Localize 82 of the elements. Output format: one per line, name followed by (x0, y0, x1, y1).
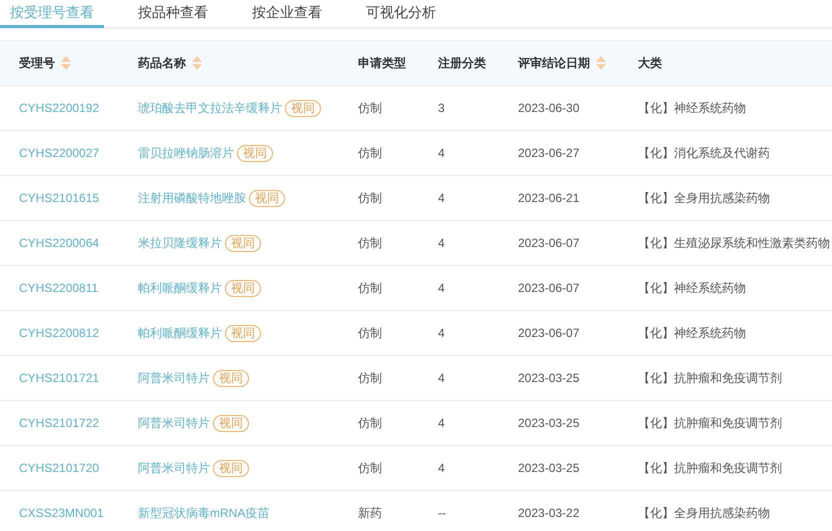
drug-name-link[interactable]: 帕利哌酮缓释片 (138, 280, 222, 296)
table-cell-text: 2023-03-25 (518, 371, 580, 385)
table-cell-text: 【化】神经系统药物 (638, 100, 747, 116)
drug-name-link[interactable]: 阿普米司特片 (138, 370, 210, 386)
table-cell-text: 仿制 (358, 144, 383, 162)
tab[interactable]: 按品种查看 (128, 0, 218, 28)
drug-name-link[interactable]: 阿普米司特片 (138, 414, 210, 432)
drug-name-link[interactable]: 雷贝拉唑钠肠溶片 (138, 144, 234, 162)
tag: 视同 (213, 460, 249, 476)
sort-icon[interactable] (596, 56, 606, 70)
table-cell-text: 【化】抗肿瘤和免疫调节剂 (638, 414, 783, 432)
table-cell-text: 4 (438, 281, 446, 295)
table-cell-text: 2023-03-25 (518, 416, 580, 430)
table-cell-text: 2023-06-07 (518, 236, 580, 250)
column-header: 评审结论日期 (518, 54, 590, 72)
table-cell-text: 2023-06-07 (518, 281, 580, 295)
receipt-number-link[interactable]: CYHS2101721 (19, 371, 138, 385)
table-cell-text: 【化】神经系统药物 (638, 324, 747, 342)
column-header: 大类 (638, 54, 662, 72)
table-cell-text: 仿制 (358, 370, 383, 386)
tag: 视同 (225, 280, 261, 296)
receipt-number-link[interactable]: CYHS2200027 (19, 146, 138, 160)
tag: 视同 (225, 324, 261, 342)
table-cell-text: 新药 (358, 504, 383, 522)
table-cell-text: 2023-03-25 (518, 461, 580, 475)
receipt-number-link[interactable]: CXSS23MN001 (19, 506, 138, 520)
table-cell-text: 2023-06-27 (518, 146, 580, 160)
column-header: 注册分类 (438, 54, 486, 72)
sort-icon[interactable] (192, 56, 202, 70)
sort-icon[interactable] (61, 56, 71, 70)
table-cell-text: 仿制 (358, 100, 383, 116)
table-cell-text: 【化】抗肿瘤和免疫调节剂 (638, 370, 783, 386)
table-cell-text: 【化】消化系统及代谢药 (638, 144, 771, 162)
tag: 视同 (285, 100, 321, 116)
table-cell-text: 仿制 (358, 324, 383, 342)
receipt-number-link[interactable]: CYHS2200192 (19, 101, 138, 115)
tag: 视同 (213, 414, 249, 432)
column-header: 受理号 (19, 54, 55, 72)
table-cell-text: 3 (438, 101, 446, 115)
drug-name-link[interactable]: 帕利哌酮缓释片 (138, 324, 222, 342)
drug-name-link[interactable]: 阿普米司特片 (138, 460, 210, 476)
table-cell-text: 4 (438, 326, 446, 340)
table-cell-text: 仿制 (358, 414, 383, 432)
column-header: 申请类型 (358, 54, 406, 72)
drug-name-link[interactable]: 米拉贝隆缓释片 (138, 234, 222, 252)
table-cell-text: 4 (438, 236, 446, 250)
table-cell-text: 仿制 (358, 234, 383, 252)
table-cell-text: 2023-06-07 (518, 326, 580, 340)
tag: 视同 (249, 190, 285, 206)
drug-name-link[interactable]: 注射用磷酸特地唑胺 (138, 190, 246, 206)
table-cell-text: 2023-06-30 (518, 101, 580, 115)
table-cell-text: 【化】全身用抗感染药物 (638, 190, 771, 206)
drug-name-link[interactable]: 新型冠状病毒mRNA疫苗 (138, 504, 270, 522)
receipt-number-link[interactable]: CYHS2101722 (19, 416, 138, 430)
tab[interactable]: 按企业查看 (242, 0, 332, 28)
table-cell-text: 2023-03-22 (518, 506, 580, 520)
table-cell-text: 【化】生殖泌尿系统和性激素类药物 (638, 234, 831, 252)
receipt-number-link[interactable]: CYHS2200812 (19, 326, 138, 340)
tag: 视同 (213, 370, 249, 386)
table-cell-text: 【化】神经系统药物 (638, 280, 747, 296)
receipt-number-link[interactable]: CYHS2101720 (19, 461, 138, 475)
table-cell-text: 4 (438, 416, 446, 430)
tab[interactable]: 按受理号查看 (0, 0, 104, 28)
table-cell-text: 4 (438, 461, 446, 475)
table-cell-text: 仿制 (358, 280, 383, 296)
receipt-number-link[interactable]: CYHS2200811 (19, 281, 138, 295)
table-cell-text: 【化】全身用抗感染药物 (638, 504, 771, 522)
table-cell-text: 【化】抗肿瘤和免疫调节剂 (638, 460, 783, 476)
receipt-number-link[interactable]: CYHS2101615 (19, 191, 138, 205)
table-cell-text: -- (438, 506, 447, 520)
table-cell-text: 4 (438, 371, 446, 385)
table-cell-text: 仿制 (358, 190, 383, 206)
table-cell-text: 仿制 (358, 460, 383, 476)
tab[interactable]: 可视化分析 (356, 0, 446, 28)
receipt-number-link[interactable]: CYHS2200064 (19, 236, 138, 250)
drug-name-link[interactable]: 琥珀酸去甲文拉法辛缓释片 (138, 100, 282, 116)
table-cell-text: 2023-06-21 (518, 191, 580, 205)
tag: 视同 (225, 234, 261, 252)
tag: 视同 (237, 144, 273, 162)
table-cell-text: 4 (438, 191, 446, 205)
table-cell-text: 4 (438, 146, 446, 160)
column-header: 药品名称 (138, 54, 186, 72)
